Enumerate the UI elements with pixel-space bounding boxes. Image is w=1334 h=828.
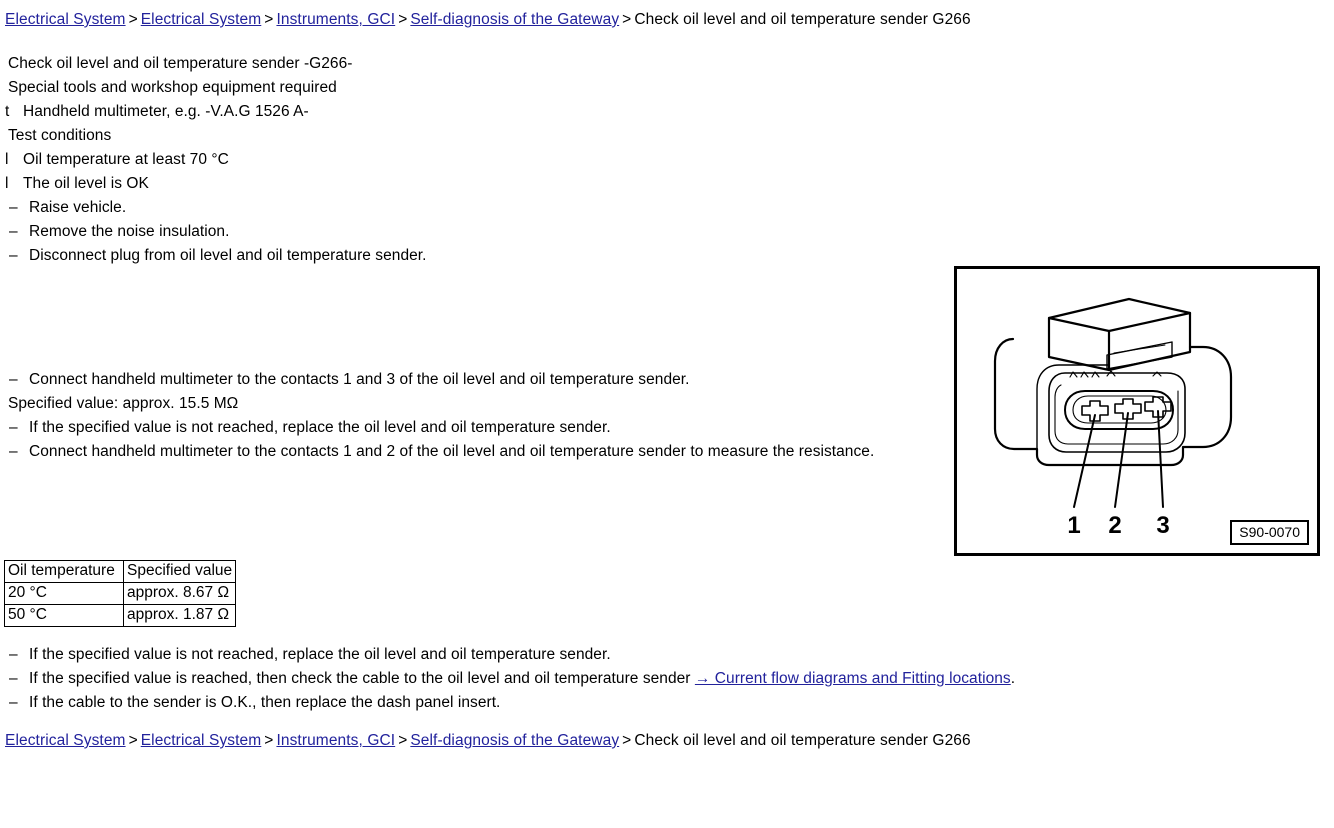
conclusion-instructions: – If the specified value is not reached, … [5,643,1105,715]
procedure-step: – Raise vehicle. [5,196,935,220]
procedure-step-label: If the cable to the sender is O.K., then… [29,694,501,711]
breadcrumb-current-page: Check oil level and oil temperature send… [634,11,971,28]
breadcrumb-top: Electrical System > Electrical System > Inst… [5,11,971,29]
figure-id-label: S90-0070 [1230,520,1309,545]
breadcrumb-separator: > [128,732,138,749]
breadcrumb-separator: > [622,11,632,28]
dash-marker: – [9,694,18,711]
breadcrumb-separator: > [128,11,138,28]
table-cell-temperature: 20 °C [4,582,124,605]
current-flow-diagrams-link[interactable]: → Current flow diagrams and Fitting loca… [695,670,1011,687]
document-content: Check oil level and oil temperature send… [5,52,935,268]
dash-marker: – [9,646,18,663]
dash-marker: – [9,223,18,240]
procedure-step-suffix: . [1010,670,1016,687]
test-condition-label: The oil level is OK [23,175,149,192]
breadcrumb-link-1[interactable]: Electrical System [5,11,126,28]
table-row: 20 °C approx. 8.67 Ω [4,582,237,605]
procedure-step-label: Disconnect plug from oil level and oil t… [29,247,427,264]
measurement-instructions: – Connect handheld multimeter to the cont… [5,368,935,464]
connector-diagram-svg: 1 2 3 [993,297,1233,539]
dash-marker: – [9,247,18,264]
test-condition-item: l Oil temperature at least 70 °C [5,148,935,172]
procedure-step-label: Raise vehicle. [29,199,127,216]
dash-marker: – [9,199,18,216]
page-title: Check oil level and oil temperature send… [8,55,353,72]
table-header-oil-temperature: Oil temperature [4,560,124,583]
dash-marker: – [9,419,18,436]
procedure-step: – Connect handheld multimeter to the cont… [5,368,935,392]
breadcrumb-link-4[interactable]: Self-diagnosis of the Gateway [410,732,619,749]
procedure-step-label: Connect handheld multimeter to the conta… [29,443,875,460]
table-cell-value: approx. 1.87 Ω [122,604,237,627]
dash-marker: – [9,371,18,388]
dash-marker: – [9,443,18,460]
breadcrumb-separator: > [622,732,632,749]
breadcrumb-link-3[interactable]: Instruments, GCI [276,11,395,28]
condition-bullet-marker: l [5,151,9,168]
test-condition-item: l The oil level is OK [5,172,935,196]
table-header-row: Oil temperature Specified value [4,560,237,583]
procedure-step: – If the specified value is not reached, … [5,643,1105,667]
breadcrumb-link-2[interactable]: Electrical System [141,11,262,28]
procedure-step: – Connect handheld multimeter to the cont… [5,440,935,464]
breadcrumb-link-1[interactable]: Electrical System [5,732,126,749]
procedure-step: – If the cable to the sender is O.K., the… [5,691,1105,715]
contact-label-1: 1 [1067,512,1080,539]
table-row: 50 °C approx. 1.87 Ω [4,604,237,627]
procedure-step-label: Remove the noise insulation. [29,223,230,240]
procedure-step: – Remove the noise insulation. [5,220,935,244]
specified-value-table: Oil temperature Specified value 20 °C ap… [4,560,237,627]
breadcrumb-link-2[interactable]: Electrical System [141,732,262,749]
procedure-step-label: If the specified value is not reached, r… [29,646,611,663]
condition-bullet-marker: l [5,175,9,192]
procedure-step-label: If the specified value is not reached, r… [29,419,611,436]
connector-figure: 1 2 3 S90-0070 [954,266,1320,556]
special-tool-item: t Handheld multimeter, e.g. -V.A.G 1526 A… [5,100,935,124]
special-tools-heading: Special tools and workshop equipment req… [8,79,337,96]
breadcrumb-separator: > [264,11,274,28]
procedure-step-label: Connect handheld multimeter to the conta… [29,371,690,388]
procedure-step: – Disconnect plug from oil level and oil … [5,244,935,268]
breadcrumb-separator: > [264,732,274,749]
breadcrumb-separator: > [398,732,408,749]
special-tool-label: Handheld multimeter, e.g. -V.A.G 1526 A- [23,103,309,120]
procedure-step-with-link: – If the specified value is reached, then… [5,667,1105,691]
test-conditions-heading: Test conditions [8,127,112,144]
table-cell-value: approx. 8.67 Ω [122,582,237,605]
contact-label-3: 3 [1156,512,1169,539]
dash-marker: – [9,670,18,687]
procedure-step-label: If the specified value is reached, then … [29,670,695,687]
table-header-specified-value: Specified value [122,560,237,583]
breadcrumb-bottom: Electrical System > Electrical System > Inst… [5,732,971,750]
contact-label-2: 2 [1108,512,1121,539]
procedure-step: – If the specified value is not reached, … [5,416,935,440]
breadcrumb-current-page: Check oil level and oil temperature send… [634,732,971,749]
test-condition-label: Oil temperature at least 70 °C [23,151,229,168]
table-cell-temperature: 50 °C [4,604,124,627]
breadcrumb-link-3[interactable]: Instruments, GCI [276,732,395,749]
breadcrumb-link-4[interactable]: Self-diagnosis of the Gateway [410,11,619,28]
tool-bullet-marker: t [5,103,10,120]
specified-value-text: Specified value: approx. 15.5 MΩ [8,395,239,412]
breadcrumb-separator: > [398,11,408,28]
